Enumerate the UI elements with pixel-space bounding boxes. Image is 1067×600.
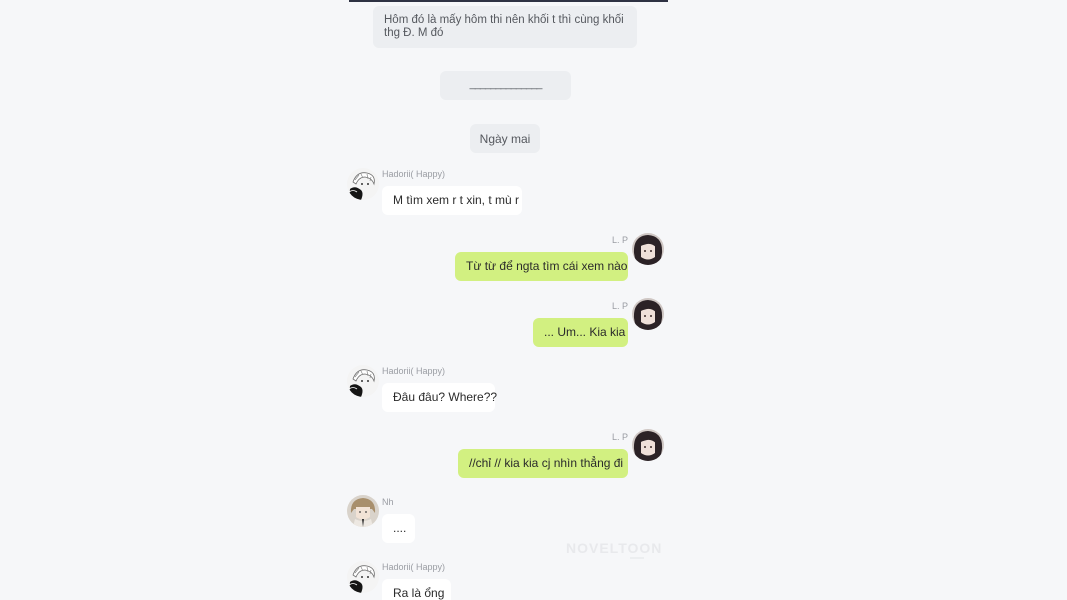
message-text: Ra là ổng bbox=[393, 586, 445, 600]
watermark-underline bbox=[630, 557, 644, 559]
avatar-hadorii[interactable] bbox=[347, 168, 379, 200]
divider-text: ______________ bbox=[469, 78, 543, 90]
message-bubble-incoming: Đâu đâu? Where?? bbox=[382, 383, 498, 412]
avatar-hadorii[interactable] bbox=[347, 561, 379, 593]
avatar-lp[interactable] bbox=[632, 298, 664, 330]
dark-haired-character-icon bbox=[632, 233, 664, 265]
chat-screen: Hôm đó là mấy hôm thi nên khối t thì cùn… bbox=[0, 0, 1067, 600]
scene-label-text: Ngày mai bbox=[479, 132, 531, 146]
narration-text: Hôm đó là mấy hôm thi nên khối t thì cùn… bbox=[384, 14, 624, 39]
dark-haired-character-icon bbox=[632, 429, 664, 461]
message-bubble-outgoing: //chỉ // kia kia cj nhìn thẳng đi bbox=[458, 449, 628, 478]
message-bubble-outgoing: ... Um... Kia kia bbox=[533, 318, 628, 347]
sender-name: L. P bbox=[611, 432, 628, 442]
sketch-character-icon bbox=[347, 561, 379, 593]
sketch-character-icon bbox=[347, 365, 379, 397]
sketch-character-icon bbox=[347, 168, 379, 200]
sender-name: Nh bbox=[382, 497, 394, 507]
message-text: ... Um... Kia kia bbox=[544, 325, 626, 339]
message-bubble-incoming: Ra là ổng bbox=[382, 579, 451, 600]
narration-bubble: Hôm đó là mấy hôm thi nên khối t thì cùn… bbox=[373, 6, 637, 48]
message-bubble-outgoing: Từ từ để ngta tìm cái xem nào bbox=[455, 252, 628, 281]
divider-bubble: ______________ bbox=[440, 71, 571, 100]
sender-name: Hadorii( Happy) bbox=[382, 366, 446, 376]
avatar-hadorii[interactable] bbox=[347, 365, 379, 397]
sender-name: L. P bbox=[611, 301, 628, 311]
scene-label-bubble: Ngày mai bbox=[470, 124, 540, 153]
message-text: .... bbox=[393, 521, 407, 535]
sender-name: Hadorii( Happy) bbox=[382, 169, 446, 179]
avatar-nh[interactable] bbox=[347, 495, 379, 527]
message-bubble-incoming: M tìm xem r t xin, t mù r bbox=[382, 186, 522, 215]
dark-haired-character-icon bbox=[632, 298, 664, 330]
sender-name: Hadorii( Happy) bbox=[382, 562, 446, 572]
message-text: Từ từ để ngta tìm cái xem nào bbox=[466, 259, 628, 273]
message-text: Đâu đâu? Where?? bbox=[393, 390, 498, 404]
avatar-lp[interactable] bbox=[632, 429, 664, 461]
sender-name: L. P bbox=[611, 235, 628, 245]
message-bubble-incoming: .... bbox=[382, 514, 415, 543]
blonde-character-icon bbox=[347, 495, 379, 527]
message-text: M tìm xem r t xin, t mù r bbox=[393, 193, 520, 207]
message-text: //chỉ // kia kia cj nhìn thẳng đi bbox=[469, 456, 624, 470]
avatar-lp[interactable] bbox=[632, 233, 664, 265]
top-bar bbox=[349, 0, 668, 2]
noveltoon-watermark: NOVELTOON bbox=[566, 540, 663, 556]
